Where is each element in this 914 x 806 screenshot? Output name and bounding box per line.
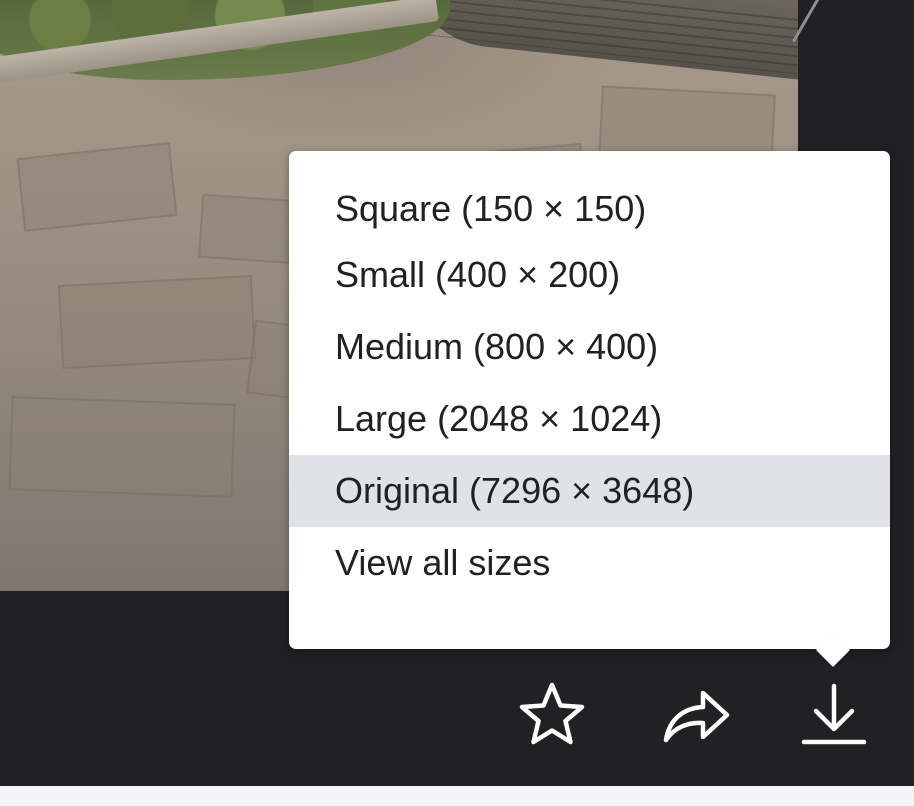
bottom-strip bbox=[0, 786, 914, 806]
menu-item-small[interactable]: Small (400 × 200) bbox=[289, 239, 890, 311]
photo-paving-stone bbox=[16, 142, 178, 232]
share-icon[interactable] bbox=[661, 680, 731, 750]
photo-paving-stone bbox=[8, 396, 236, 498]
menu-item-view-all-sizes[interactable]: View all sizes bbox=[289, 527, 890, 599]
star-icon[interactable] bbox=[517, 680, 587, 750]
download-sizes-menu: Square (150 × 150) Small (400 × 200) Med… bbox=[289, 151, 890, 649]
menu-item-square[interactable]: Square (150 × 150) bbox=[289, 181, 890, 237]
download-icon[interactable] bbox=[799, 680, 869, 750]
photo-paving-stone bbox=[57, 274, 257, 370]
menu-item-original[interactable]: Original (7296 × 3648) bbox=[289, 455, 890, 527]
menu-item-medium[interactable]: Medium (800 × 400) bbox=[289, 311, 890, 383]
menu-item-large[interactable]: Large (2048 × 1024) bbox=[289, 383, 890, 455]
